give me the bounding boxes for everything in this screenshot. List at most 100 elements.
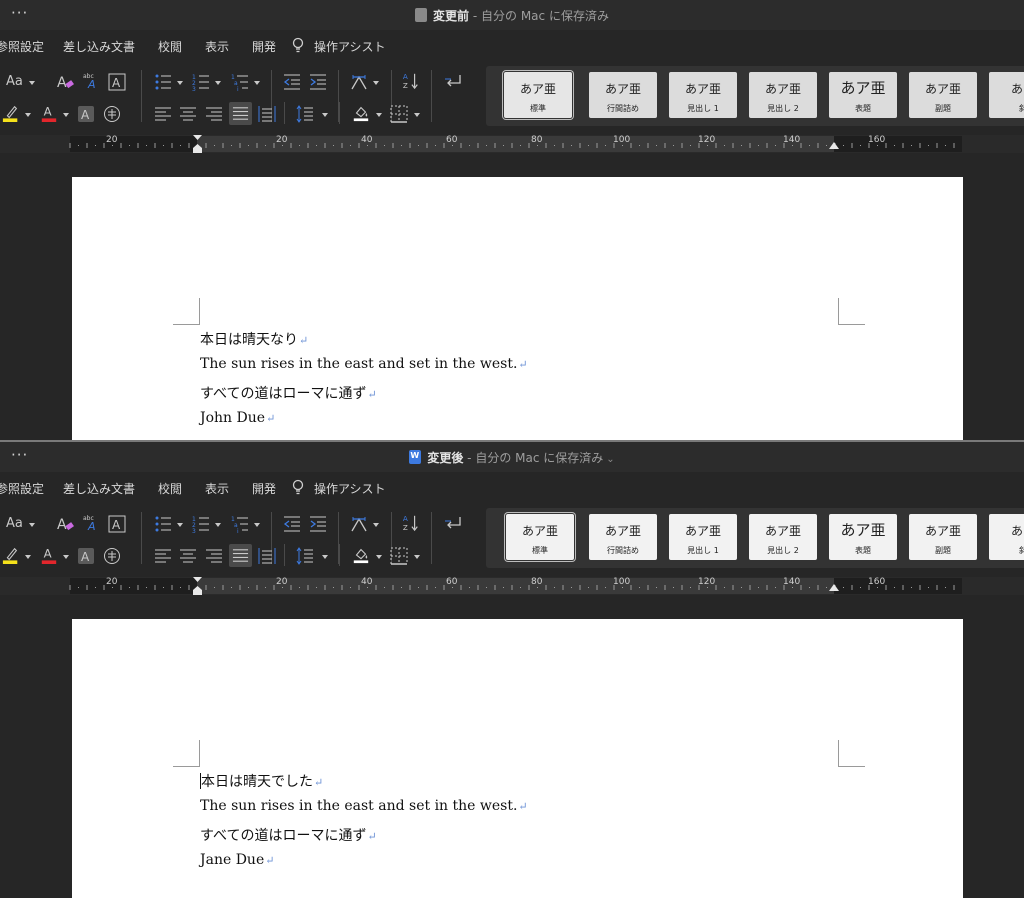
style-heading-2[interactable]: あア亜 見出し 2 [749, 514, 817, 560]
tell-me-search[interactable]: 操作アシスト [314, 480, 386, 497]
asian-layout-icon[interactable] [350, 73, 368, 91]
show-marks-icon[interactable] [444, 515, 462, 533]
change-case-button[interactable]: Aa [6, 516, 23, 532]
sort-icon[interactable]: AZ [402, 72, 420, 90]
align-center-icon[interactable] [179, 105, 197, 123]
style-no-spacing[interactable]: あア亜 行間詰め [589, 72, 657, 118]
asian-layout-icon[interactable] [350, 515, 368, 533]
paragraph[interactable]: The sun rises in the east and set in the… [200, 356, 528, 372]
shading-icon[interactable] [352, 546, 370, 564]
chevron-down-icon[interactable] [29, 81, 35, 85]
decrease-indent-icon[interactable] [283, 515, 301, 533]
paragraph[interactable]: Jane Due↵ [200, 852, 274, 868]
increase-indent-icon[interactable] [309, 515, 327, 533]
character-border-icon[interactable]: A [108, 73, 126, 91]
style-heading-1[interactable]: あア亜 見出し 1 [669, 72, 737, 118]
borders-icon[interactable] [390, 547, 408, 565]
show-marks-icon[interactable] [444, 73, 462, 91]
style-subtle-emphasis[interactable]: あア斜 [989, 72, 1024, 118]
line-spacing-icon[interactable] [296, 105, 314, 123]
style-normal[interactable]: あア亜 標準 [506, 514, 574, 560]
document-page[interactable]: 本日は晴天なり↵ The sun rises in the east and s… [72, 177, 963, 440]
tab-developer[interactable]: 開発 [252, 38, 276, 55]
style-heading-1[interactable]: あア亜 見出し 1 [669, 514, 737, 560]
right-indent-marker[interactable] [829, 142, 839, 149]
character-shading-button[interactable]: A [78, 106, 94, 122]
distributed-icon[interactable] [258, 547, 276, 565]
tab-mailings[interactable]: 差し込み文書 [63, 38, 135, 55]
style-title[interactable]: あア亜 表題 [829, 514, 897, 560]
chevron-down-icon[interactable] [63, 555, 69, 559]
change-case-button[interactable]: Aa [6, 74, 23, 90]
horizontal-ruler[interactable]: 20 20 40 60 80 100 120 140 160 [0, 577, 1024, 595]
chevron-down-icon[interactable] [414, 113, 420, 117]
chevron-down-icon[interactable] [373, 523, 379, 527]
style-subtle-emphasis[interactable]: あア斜 [989, 514, 1024, 560]
chevron-down-icon[interactable] [25, 113, 31, 117]
tab-view[interactable]: 表示 [205, 480, 229, 497]
distributed-icon[interactable] [258, 105, 276, 123]
chevron-down-icon[interactable] [215, 81, 221, 85]
horizontal-ruler[interactable]: 20 20 40 60 80 100 120 140 160 [0, 135, 1024, 153]
shading-icon[interactable] [352, 104, 370, 122]
tell-me-search[interactable]: 操作アシスト [314, 38, 386, 55]
chevron-down-icon[interactable] [254, 523, 260, 527]
style-title[interactable]: あア亜 表題 [829, 72, 897, 118]
multilevel-list-icon[interactable]: 1ai [231, 73, 249, 91]
align-right-icon[interactable] [205, 105, 223, 123]
highlight-icon[interactable] [2, 104, 20, 122]
enclose-characters-icon[interactable] [103, 105, 121, 123]
chevron-down-icon[interactable] [322, 113, 328, 117]
paragraph[interactable]: The sun rises in the east and set in the… [200, 798, 528, 814]
indent-marker[interactable] [192, 135, 203, 153]
sort-icon[interactable]: AZ [402, 514, 420, 532]
line-spacing-icon[interactable] [296, 547, 314, 565]
paragraph[interactable]: John Due↵ [200, 410, 275, 426]
document-page[interactable]: 本日は晴天でした↵ The sun rises in the east and … [72, 619, 963, 898]
text-effects-icon[interactable]: abcA [82, 71, 100, 89]
tab-references[interactable]: 参照設定 [0, 38, 44, 55]
numbering-icon[interactable]: 123 [192, 73, 210, 91]
right-indent-marker[interactable] [829, 584, 839, 591]
clear-formatting-icon[interactable]: A [56, 73, 74, 91]
style-normal[interactable]: あア亜 標準 [504, 72, 572, 118]
text-effects-icon[interactable]: abcA [82, 513, 100, 531]
tab-references[interactable]: 参照設定 [0, 480, 44, 497]
multilevel-list-icon[interactable]: 1ai [231, 515, 249, 533]
indent-marker[interactable] [192, 577, 203, 595]
bullets-icon[interactable] [154, 73, 172, 91]
chevron-down-icon[interactable] [322, 555, 328, 559]
bullets-icon[interactable] [154, 515, 172, 533]
chevron-down-icon[interactable] [254, 81, 260, 85]
tab-review[interactable]: 校閲 [158, 480, 182, 497]
style-no-spacing[interactable]: あア亜 行間詰め [589, 514, 657, 560]
font-color-icon[interactable]: A [40, 546, 58, 564]
lightbulb-icon[interactable] [292, 479, 304, 495]
clear-formatting-icon[interactable]: A [56, 515, 74, 533]
chevron-down-icon[interactable] [373, 81, 379, 85]
style-subtitle[interactable]: あア亜 副題 [909, 514, 977, 560]
tab-mailings[interactable]: 差し込み文書 [63, 480, 135, 497]
justify-button[interactable] [229, 102, 252, 125]
chevron-down-icon[interactable] [376, 555, 382, 559]
style-heading-2[interactable]: あア亜 見出し 2 [749, 72, 817, 118]
align-left-icon[interactable] [154, 105, 172, 123]
chevron-down-icon[interactable] [63, 113, 69, 117]
align-right-icon[interactable] [205, 547, 223, 565]
style-subtitle[interactable]: あア亜 副題 [909, 72, 977, 118]
chevron-down-icon[interactable]: ⌄ [606, 454, 614, 465]
lightbulb-icon[interactable] [292, 37, 304, 53]
enclose-characters-icon[interactable] [103, 547, 121, 565]
chevron-down-icon[interactable] [177, 523, 183, 527]
paragraph[interactable]: 本日は晴天でした↵ [200, 771, 323, 791]
decrease-indent-icon[interactable] [283, 73, 301, 91]
tab-review[interactable]: 校閲 [158, 38, 182, 55]
chevron-down-icon[interactable] [376, 113, 382, 117]
align-center-icon[interactable] [179, 547, 197, 565]
character-border-icon[interactable]: A [108, 515, 126, 533]
tab-developer[interactable]: 開発 [252, 480, 276, 497]
paragraph[interactable]: 本日は晴天なり↵ [200, 329, 308, 349]
increase-indent-icon[interactable] [309, 73, 327, 91]
chevron-down-icon[interactable] [177, 81, 183, 85]
highlight-icon[interactable] [2, 546, 20, 564]
